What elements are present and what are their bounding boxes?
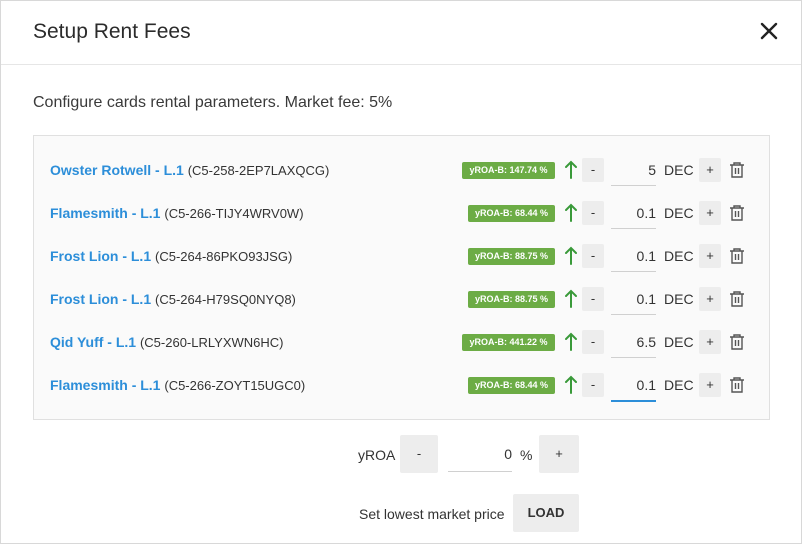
increase-price-button[interactable]: + — [699, 201, 721, 225]
card-row: Frost Lion - L.1 (C5-264-H79SQ0NYQ8) yRO… — [34, 278, 769, 321]
arrow-up-icon — [565, 246, 577, 265]
yroa-decrease-button[interactable]: - — [400, 435, 438, 473]
yroa-badge: yROA-B: 441.22 % — [462, 334, 555, 351]
increase-price-button[interactable]: + — [699, 330, 721, 354]
decrease-price-button[interactable]: - — [582, 373, 604, 397]
card-link[interactable]: Frost Lion - L.1 — [50, 291, 151, 307]
card-link[interactable]: Flamesmith - L.1 — [50, 205, 160, 221]
card-row: Qid Yuff - L.1 (C5-260-LRLYXWN6HC) yROA-… — [34, 321, 769, 364]
card-name: Frost Lion - L.1 (C5-264-86PKO93JSG) — [50, 248, 292, 264]
card-row: Flamesmith - L.1 (C5-266-TIJY4WRV0W) yRO… — [34, 192, 769, 235]
price-unit: DEC — [664, 205, 694, 221]
yroa-badge: yROA-B: 68.44 % — [468, 377, 555, 394]
price-unit: DEC — [664, 377, 694, 393]
yroa-unit: % — [520, 447, 533, 463]
card-row: Flamesmith - L.1 (C5-266-ZOYT15UGC0) yRO… — [34, 364, 769, 407]
yroa-badge: yROA-B: 147.74 % — [462, 162, 555, 179]
yroa-badge: yROA-B: 88.75 % — [468, 248, 555, 265]
trash-icon[interactable] — [729, 247, 745, 265]
close-icon[interactable] — [759, 21, 779, 41]
decrease-price-button[interactable]: - — [582, 244, 604, 268]
card-id: (C5-266-ZOYT15UGC0) — [164, 378, 306, 393]
setup-rent-fees-dialog: Setup Rent Fees Configure cards rental p… — [0, 0, 802, 544]
price-input[interactable]: 6.5 — [611, 327, 656, 358]
price-input[interactable]: 5 — [611, 155, 656, 186]
card-link[interactable]: Frost Lion - L.1 — [50, 248, 151, 264]
card-id: (C5-266-TIJY4WRV0W) — [164, 206, 304, 221]
price-unit: DEC — [664, 291, 694, 307]
price-unit: DEC — [664, 162, 694, 178]
trash-icon[interactable] — [729, 204, 745, 222]
trash-icon[interactable] — [729, 333, 745, 351]
arrow-up-icon — [565, 160, 577, 179]
increase-price-button[interactable]: + — [699, 373, 721, 397]
card-name: Frost Lion - L.1 (C5-264-H79SQ0NYQ8) — [50, 291, 296, 307]
card-id: (C5-264-H79SQ0NYQ8) — [155, 292, 296, 307]
price-input[interactable]: 0.1 — [611, 241, 656, 272]
price-input[interactable]: 0.1 — [611, 198, 656, 229]
decrease-price-button[interactable]: - — [582, 158, 604, 182]
decrease-price-button[interactable]: - — [582, 287, 604, 311]
load-button[interactable]: LOAD — [513, 494, 579, 532]
price-input[interactable]: 0.1 — [611, 284, 656, 315]
card-id: (C5-264-86PKO93JSG) — [155, 249, 293, 264]
arrow-up-icon — [565, 203, 577, 222]
yroa-label: yROA — [358, 447, 396, 463]
card-name: Flamesmith - L.1 (C5-266-TIJY4WRV0W) — [50, 205, 304, 221]
card-link[interactable]: Qid Yuff - L.1 — [50, 334, 136, 350]
card-name: Flamesmith - L.1 (C5-266-ZOYT15UGC0) — [50, 377, 305, 393]
increase-price-button[interactable]: + — [699, 287, 721, 311]
arrow-up-icon — [565, 289, 577, 308]
dialog-header: Setup Rent Fees — [1, 1, 801, 65]
arrow-up-icon — [565, 332, 577, 351]
card-link[interactable]: Owster Rotwell - L.1 — [50, 162, 184, 178]
cards-list: Owster Rotwell - L.1 (C5-258-2EP7LAXQCG)… — [33, 135, 770, 420]
decrease-price-button[interactable]: - — [582, 201, 604, 225]
increase-price-button[interactable]: + — [699, 244, 721, 268]
card-name: Qid Yuff - L.1 (C5-260-LRLYXWN6HC) — [50, 334, 283, 350]
dialog-title: Setup Rent Fees — [33, 20, 191, 43]
decrease-price-button[interactable]: - — [582, 330, 604, 354]
lowest-price-label: Set lowest market price — [359, 506, 505, 522]
card-row: Frost Lion - L.1 (C5-264-86PKO93JSG) yRO… — [34, 235, 769, 278]
trash-icon[interactable] — [729, 290, 745, 308]
increase-price-button[interactable]: + — [699, 158, 721, 182]
card-link[interactable]: Flamesmith - L.1 — [50, 377, 160, 393]
price-unit: DEC — [664, 334, 694, 350]
card-id: (C5-258-2EP7LAXQCG) — [187, 163, 330, 178]
price-unit: DEC — [664, 248, 694, 264]
trash-icon[interactable] — [729, 161, 745, 179]
card-id: (C5-260-LRLYXWN6HC) — [139, 335, 284, 350]
dialog-description: Configure cards rental parameters. Marke… — [33, 94, 393, 111]
card-name: Owster Rotwell - L.1 (C5-258-2EP7LAXQCG) — [50, 162, 329, 178]
yroa-badge: yROA-B: 68.44 % — [468, 205, 555, 222]
yroa-badge: yROA-B: 88.75 % — [468, 291, 555, 308]
yroa-input[interactable]: 0 — [448, 438, 512, 472]
arrow-up-icon — [565, 375, 577, 394]
price-input[interactable]: 0.1 — [611, 370, 656, 402]
card-row: Owster Rotwell - L.1 (C5-258-2EP7LAXQCG)… — [34, 149, 769, 192]
yroa-increase-button[interactable]: + — [539, 435, 579, 473]
trash-icon[interactable] — [729, 376, 745, 394]
